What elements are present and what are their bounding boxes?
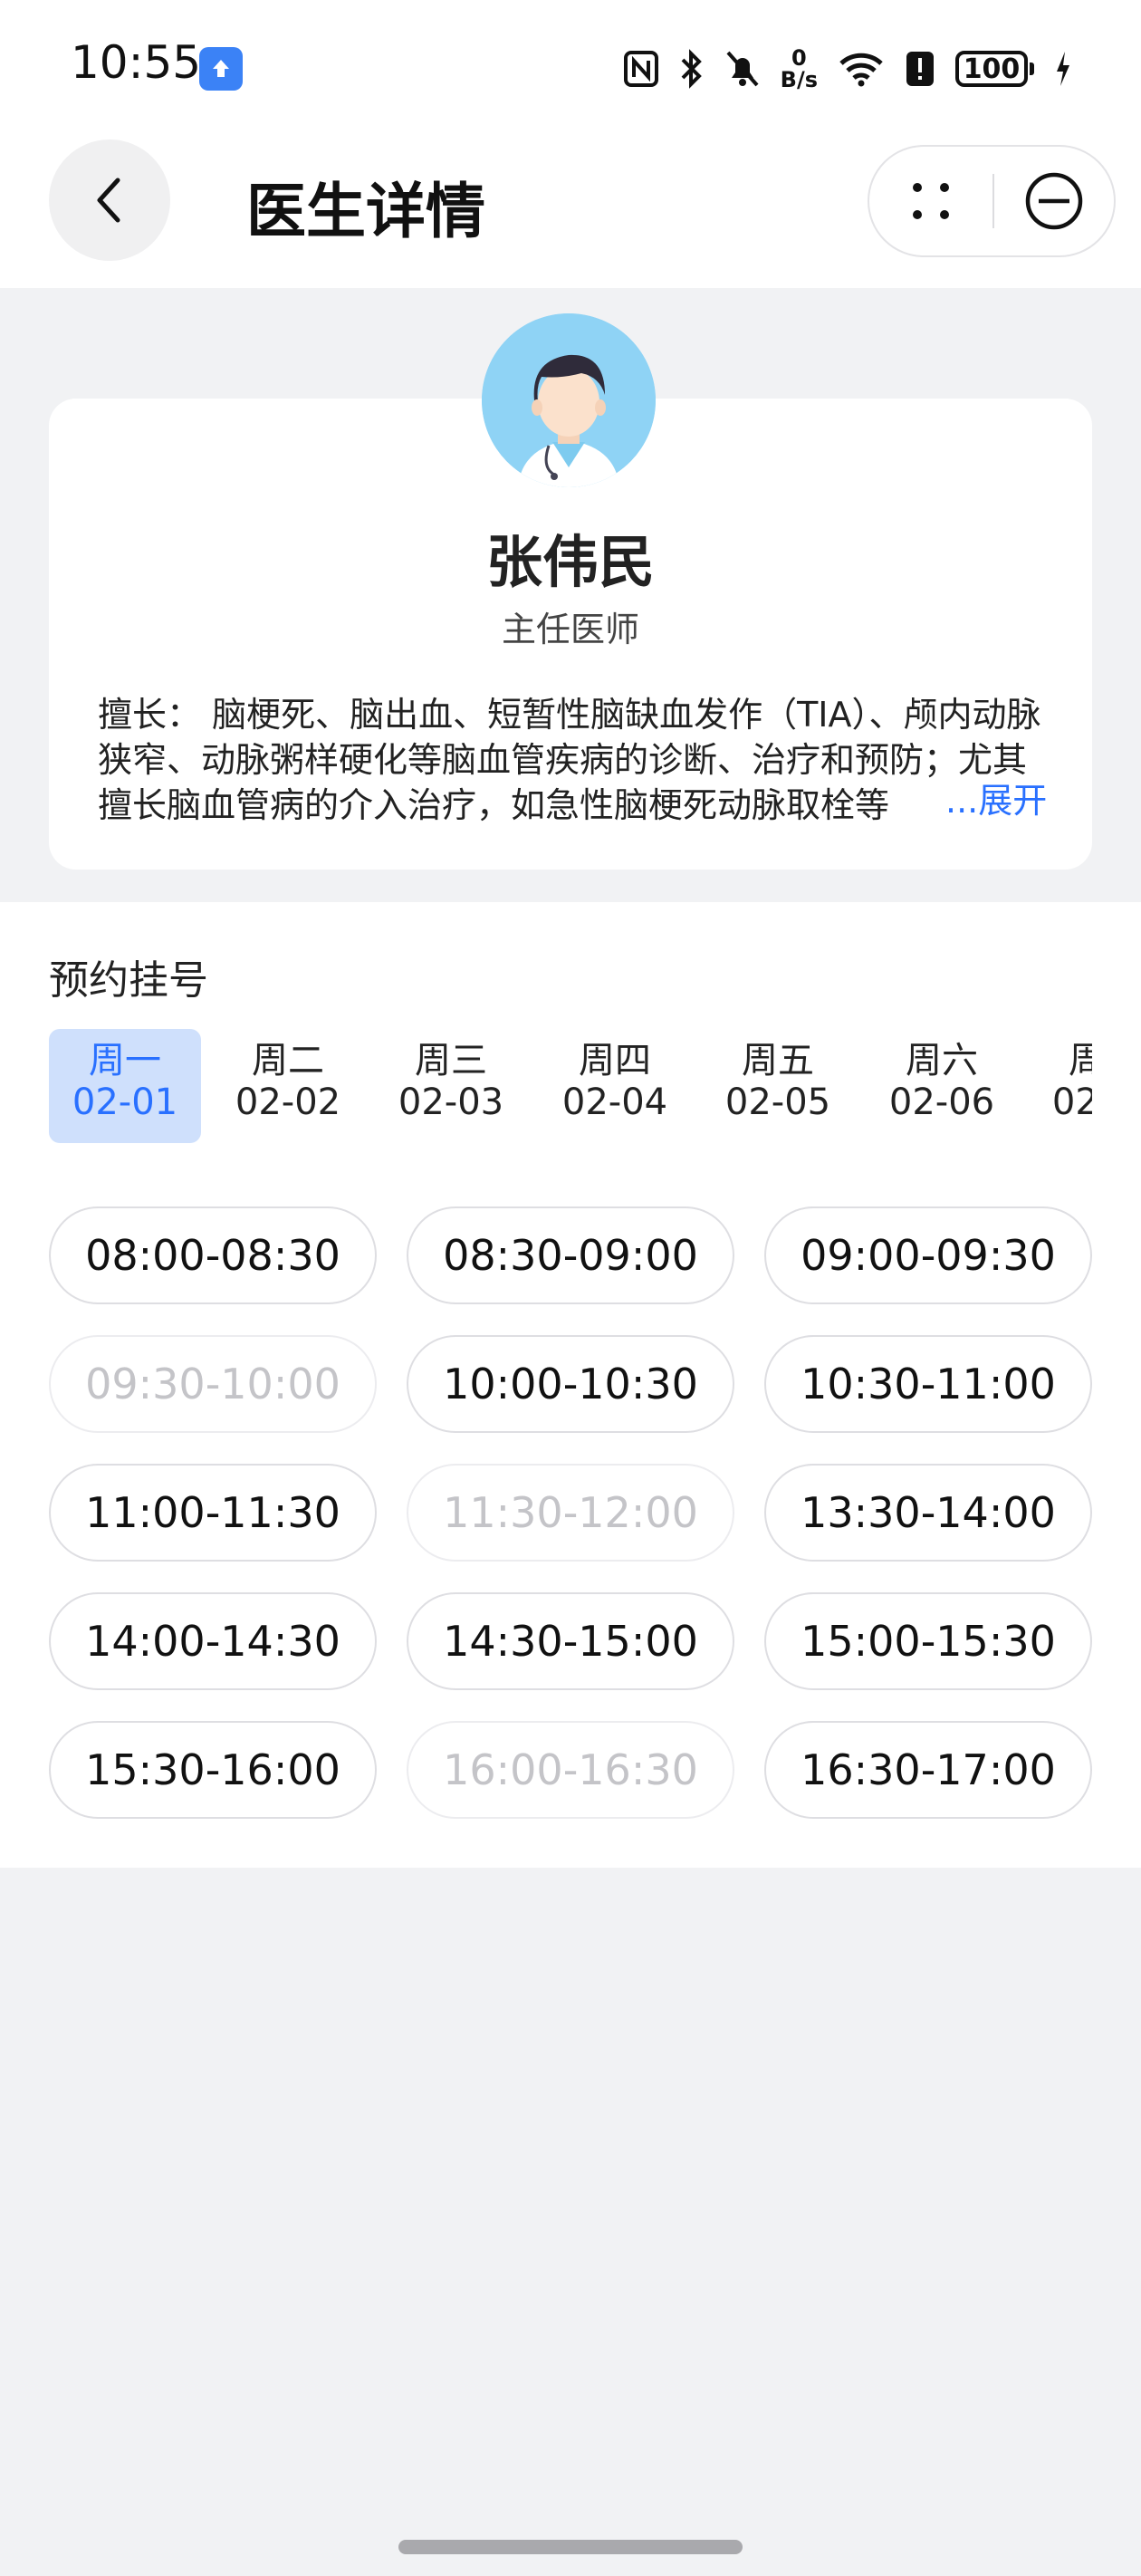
charging-icon [1054, 50, 1072, 88]
doctor-specialty: 擅长： 脑梗死、脑出血、短暂性脑缺血发作（TIA）、颅内动脉狭窄、动脉粥样硬化等… [98, 695, 1041, 825]
date-tab-weekday: 周二 [252, 1040, 324, 1081]
time-slot[interactable]: 10:00-10:30 [407, 1335, 734, 1433]
home-indicator[interactable] [398, 2540, 743, 2554]
mute-icon [724, 49, 761, 89]
doctor-avatar [482, 313, 656, 487]
date-tab-weekday: 周五 [742, 1040, 814, 1081]
time-slot[interactable]: 08:30-09:00 [407, 1206, 734, 1304]
date-tab-mon[interactable]: 周一 02-01 [49, 1029, 201, 1143]
time-slot[interactable]: 10:30-11:00 [764, 1335, 1092, 1433]
date-tab-weekday: 周一 [89, 1040, 161, 1081]
time-slot-unavailable: 09:30-10:00 [49, 1335, 377, 1433]
nav-header: 医生详情 [0, 136, 1141, 288]
date-tab-date: 02-06 [888, 1081, 995, 1123]
close-button[interactable] [994, 147, 1114, 255]
alert-icon [905, 50, 935, 88]
date-tab-date: 02-07 [1051, 1081, 1092, 1123]
time-slot[interactable]: 09:00-09:30 [764, 1206, 1092, 1304]
status-bar: 10:55 0 B/s 100 [0, 0, 1141, 136]
app-upload-icon [199, 47, 243, 91]
net-speed-value: 0 [791, 45, 807, 71]
chevron-left-icon [97, 178, 120, 223]
time-slot[interactable]: 13:30-14:00 [764, 1464, 1092, 1562]
back-button[interactable] [49, 139, 170, 261]
nfc-icon [623, 50, 659, 88]
page-title: 医生详情 [246, 177, 485, 246]
wifi-icon [838, 51, 885, 87]
more-button[interactable] [869, 147, 992, 255]
date-tab-weekday: 周三 [415, 1040, 487, 1081]
date-tab-date: 02-02 [235, 1081, 341, 1123]
time-slot-unavailable: 16:00-16:30 [407, 1721, 734, 1819]
booking-title: 预约挂号 [49, 957, 208, 1004]
date-tab-thu[interactable]: 周四 02-04 [539, 1029, 691, 1143]
status-icons: 0 B/s 100 [623, 42, 1072, 96]
battery-indicator: 100 [955, 51, 1034, 87]
date-tab-tue[interactable]: 周二 02-02 [212, 1029, 364, 1143]
date-tab-date: 02-04 [561, 1081, 668, 1123]
more-dots-icon [913, 183, 949, 219]
time-slot[interactable]: 08:00-08:30 [49, 1206, 377, 1304]
net-speed-unit: B/s [780, 67, 818, 92]
doctor-avatar-icon [482, 313, 656, 487]
date-tab-date: 02-05 [724, 1081, 831, 1123]
status-time: 10:55 [71, 36, 202, 89]
time-slot[interactable]: 15:00-15:30 [764, 1592, 1092, 1690]
date-tab-weekday: 周日 [1069, 1040, 1092, 1081]
time-slot[interactable]: 16:30-17:00 [764, 1721, 1092, 1819]
date-tab-sat[interactable]: 周六 02-06 [866, 1029, 1018, 1143]
net-speed: 0 B/s [781, 47, 818, 91]
date-tab-wed[interactable]: 周三 02-03 [375, 1029, 527, 1143]
date-tab-fri[interactable]: 周五 02-05 [702, 1029, 854, 1143]
date-tab-date: 02-03 [398, 1081, 504, 1123]
date-tab-date: 02-01 [72, 1081, 178, 1123]
close-circle-icon [1025, 172, 1083, 230]
doctor-name: 张伟民 [485, 529, 655, 595]
battery-level: 100 [955, 51, 1028, 87]
doctor-title: 主任医师 [501, 610, 639, 649]
expand-link[interactable]: ...展开 [938, 775, 1050, 826]
date-tabs: 周一 02-01 周二 02-02 周三 02-03 周四 02-04 周五 0… [49, 1029, 1092, 1143]
time-slot[interactable]: 14:30-15:00 [407, 1592, 734, 1690]
time-slot[interactable]: 11:00-11:30 [49, 1464, 377, 1562]
mini-program-capsule [868, 145, 1116, 257]
bluetooth-icon [679, 49, 705, 89]
booking-section: 预约挂号 周一 02-01 周二 02-02 周三 02-03 周四 02-04… [0, 902, 1141, 1868]
date-tab-weekday: 周四 [579, 1040, 651, 1081]
time-slot[interactable]: 14:00-14:30 [49, 1592, 377, 1690]
date-tab-weekday: 周六 [906, 1040, 978, 1081]
time-slot[interactable]: 15:30-16:00 [49, 1721, 377, 1819]
date-tab-sun[interactable]: 周日 02-07 [1029, 1029, 1092, 1143]
time-slot-unavailable: 11:30-12:00 [407, 1464, 734, 1562]
